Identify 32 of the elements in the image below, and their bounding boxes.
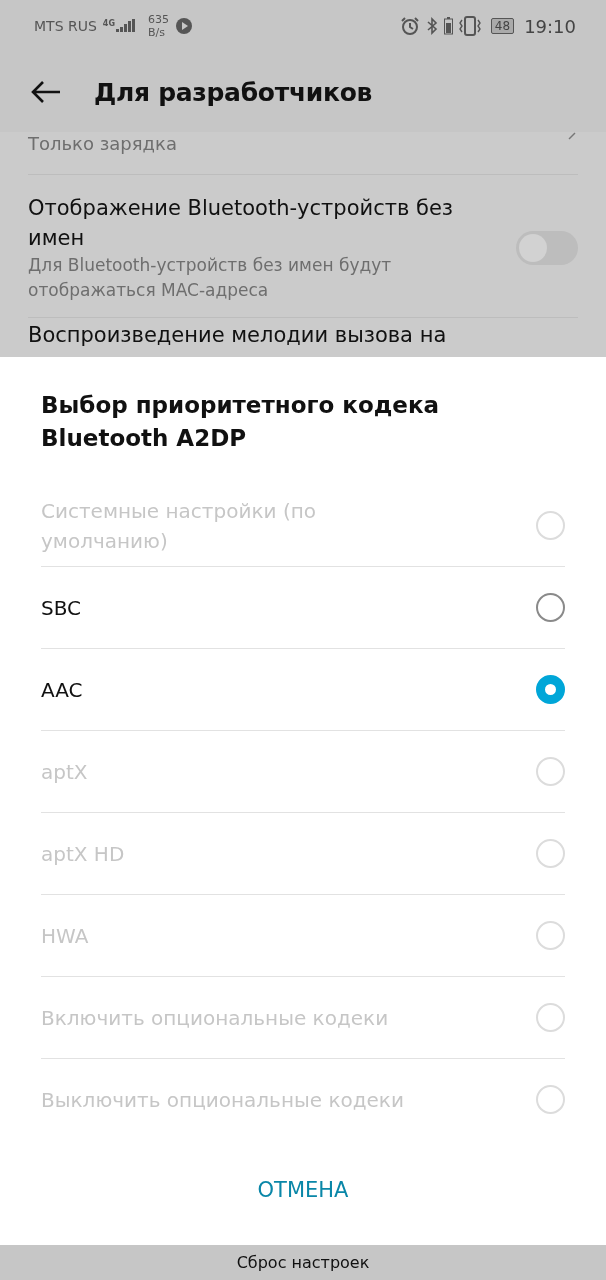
dialog-title: Выбор приоритетного кодека Bluetooth A2DP: [41, 391, 440, 453]
radio-button[interactable]: [536, 593, 565, 622]
chevron-icon: [568, 132, 578, 140]
vibrate-icon: [458, 16, 481, 36]
carrier-name: MTS RUS: [34, 18, 97, 34]
option-label: Системные настройки (по умолчанию): [41, 497, 317, 555]
bottom-bar-label: Сброс настроек: [236, 1253, 370, 1272]
option-label: Включить опциональные кодеки: [41, 1004, 389, 1032]
setting-title: Отображение Bluetooth-устройств без имен: [28, 195, 454, 252]
page-title: Для разработчиков: [94, 77, 373, 107]
option-label[interactable]: AAC: [41, 674, 83, 705]
clock-time: 19:10: [524, 15, 576, 37]
alarm-icon: [399, 16, 420, 36]
battery-indicator: 48: [490, 18, 515, 34]
speed-value: 635: [148, 13, 169, 26]
speed-unit: B/s: [148, 26, 166, 39]
option-label: HWA: [41, 922, 89, 950]
back-arrow-icon: [30, 80, 62, 104]
battery-small-icon: [443, 17, 453, 35]
cancel-button[interactable]: ОТМЕНА: [237, 1168, 369, 1212]
network-type: 4G: [102, 19, 115, 28]
option-label: aptX HD: [41, 840, 125, 868]
option-label[interactable]: SBC: [41, 592, 82, 623]
setting-summary: Для Bluetooth-устройств без имен будут отображаться MAC-адреса: [28, 254, 393, 302]
radio-button[interactable]: [536, 675, 565, 704]
signal-icon: [116, 19, 136, 33]
option-label: Выключить опциональные кодеки: [41, 1086, 404, 1114]
option-label: aptX: [41, 758, 88, 786]
setting-summary: Только зарядка: [28, 132, 178, 156]
play-icon: [175, 17, 193, 35]
setting-title: Воспроизведение мелодии вызова на: [28, 322, 448, 348]
bluetooth-icon: [425, 17, 438, 35]
